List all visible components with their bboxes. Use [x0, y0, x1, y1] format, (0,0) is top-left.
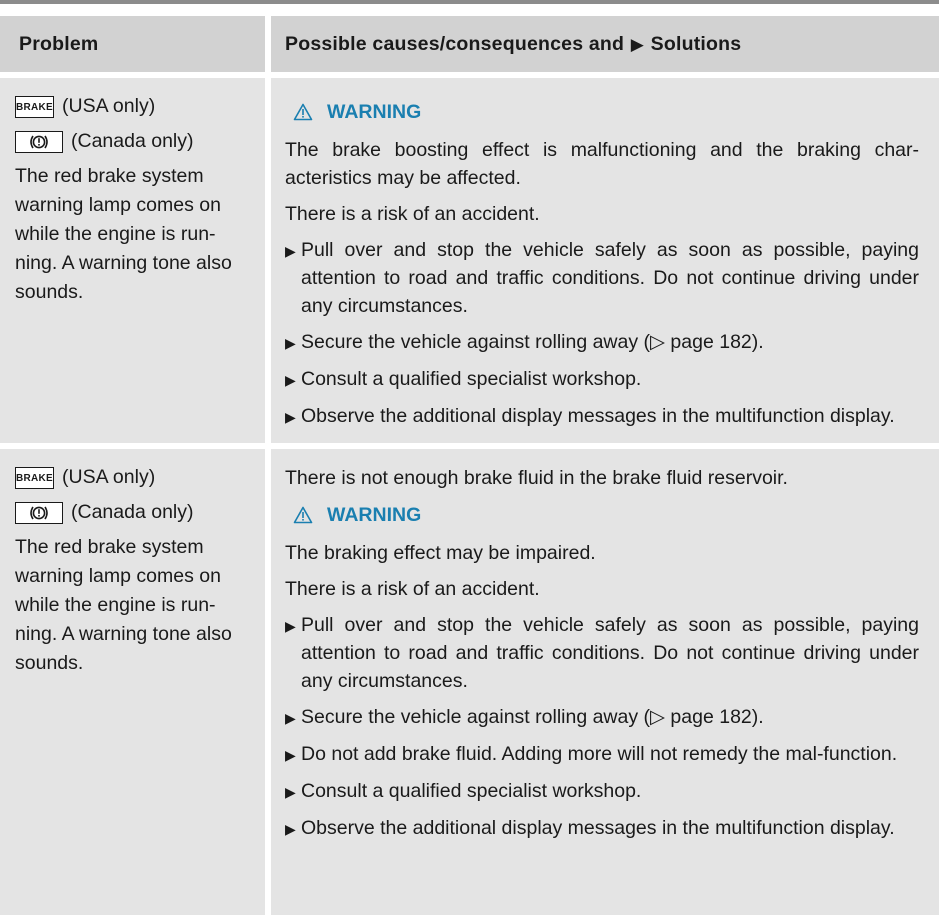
row-1-solutions: WARNING The brake boosting effect is mal…: [271, 78, 939, 443]
play-triangle-icon: ▶: [285, 335, 296, 351]
solution-step: ▶ Consult a qualified specialist workshop…: [285, 777, 919, 806]
warning-text: The braking effect may be impaired.: [285, 542, 596, 564]
header-solutions-label: Solutions: [650, 33, 742, 55]
row-1-problem: BRAKE (USA only) (Canada only) The red b…: [0, 78, 265, 443]
lamp-canada-label: (Canada only): [71, 130, 194, 152]
play-triangle-icon: ▶: [285, 409, 296, 425]
play-triangle-icon: ▶: [285, 747, 296, 763]
warning-heading: WARNING: [293, 500, 919, 530]
solution-step: ▶ Consult a qualified specialist workshop…: [285, 365, 919, 394]
warning-label: WARNING: [327, 101, 422, 123]
solution-step: ▶ Observe the additional display messages…: [285, 402, 919, 431]
solution-step: ▶ Pull over and stop the vehicle safely a…: [285, 611, 919, 695]
lamp-canada: (Canada only): [15, 127, 255, 156]
play-triangle-icon: ▶: [285, 243, 296, 259]
solution-step: ▶ Secure the vehicle against rolling away…: [285, 703, 919, 732]
lamp-usa-label: (USA only): [62, 95, 156, 117]
brake-circle-icon: [15, 130, 63, 153]
brake-lamp-icon: BRAKE: [15, 95, 54, 118]
header-problem: Problem: [0, 16, 265, 72]
play-triangle-icon: ▶: [285, 710, 296, 726]
lamp-usa: BRAKE (USA only): [15, 463, 255, 492]
solution-step: ▶ Observe the additional display messages…: [285, 814, 919, 843]
brake-circle-icon: [15, 501, 63, 524]
top-divider: [0, 0, 939, 4]
play-triangle-icon: ▶: [630, 35, 645, 54]
header-problem-label: Problem: [19, 33, 99, 55]
play-triangle-icon: ▶: [285, 784, 296, 800]
play-triangle-icon: ▶: [285, 618, 296, 634]
row-2-solutions: There is not enough brake fluid in the b…: [271, 449, 939, 915]
lamp-canada-label: (Canada only): [71, 501, 194, 523]
play-triangle-icon: ▶: [285, 372, 296, 388]
lamp-canada: (Canada only): [15, 498, 255, 527]
lamp-usa-label: (USA only): [62, 466, 156, 488]
troubleshooting-table: Problem Possible causes/consequences and…: [0, 16, 939, 915]
solution-step: ▶ Do not add brake fluid. Adding more wil…: [285, 740, 919, 769]
problem-description: The red brake system warning lamp comes …: [15, 165, 232, 303]
header-causes-label: Possible causes/consequences and: [285, 33, 625, 55]
solution-step: ▶ Pull over and stop the vehicle safely a…: [285, 236, 919, 320]
row-2-problem: BRAKE (USA only) (Canada only) The red b…: [0, 449, 265, 915]
lamp-usa: BRAKE (USA only): [15, 92, 255, 121]
risk-text: There is a risk of an accident.: [285, 578, 540, 600]
cause-text: There is not enough brake fluid in the b…: [285, 467, 788, 489]
warning-heading: WARNING: [293, 97, 919, 127]
warning-label: WARNING: [327, 504, 422, 526]
warning-text: The brake boosting effect is malfunction…: [285, 139, 919, 189]
solution-step: ▶ Secure the vehicle against rolling away…: [285, 328, 919, 357]
brake-lamp-icon: BRAKE: [15, 466, 54, 489]
play-triangle-icon: ▶: [285, 821, 296, 837]
problem-description: The red brake system warning lamp comes …: [15, 536, 232, 674]
warning-triangle-icon: [293, 506, 313, 524]
warning-triangle-icon: [293, 103, 313, 121]
header-causes: Possible causes/consequences and ▶ Solut…: [271, 16, 939, 72]
risk-text: There is a risk of an accident.: [285, 203, 540, 225]
